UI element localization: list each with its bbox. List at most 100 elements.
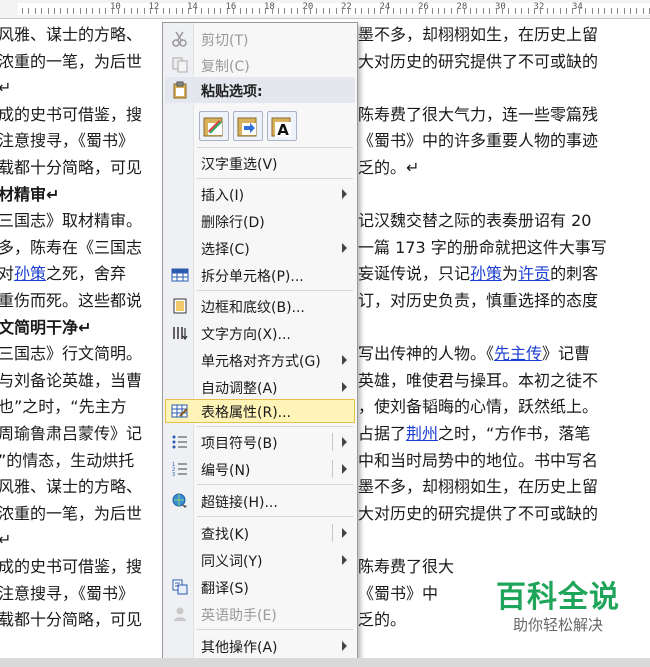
ruler-tick	[540, 8, 542, 14]
ruler-tick	[636, 8, 638, 14]
hyperlink-text[interactable]: 孙策	[14, 264, 46, 283]
ruler-tick	[60, 8, 62, 14]
hyperlink-label: 超链接(H)...	[201, 495, 278, 511]
other-actions-label: 其他操作(A)	[201, 640, 278, 656]
document-line-continuation: 中和当时局势中的地位。书中写名	[358, 450, 599, 470]
table-properties-label: 表格属性(R)...	[201, 405, 292, 421]
submenu-arrow-icon	[342, 555, 347, 565]
menu-item-other-actions[interactable]: 其他操作(A)	[165, 634, 355, 658]
menu-separator	[197, 290, 353, 291]
menu-item-select[interactable]: 选择(C)	[165, 236, 355, 260]
hyperlink-text[interactable]: 许贡	[518, 264, 550, 283]
ruler-number: 32	[533, 2, 545, 12]
ruler-tick	[470, 8, 471, 14]
ruler-tick	[239, 8, 241, 14]
copy-label: 复制(C)	[201, 59, 250, 75]
menu-item-hyperlink[interactable]: 超链接(H)...	[165, 489, 355, 513]
document-line-continuation: 写出传神的人物。《先主传》记曹	[358, 344, 591, 364]
ruler-tick	[226, 8, 228, 14]
svg-text:A: A	[277, 121, 289, 139]
ruler-tick	[495, 8, 497, 14]
menu-item-table-properties[interactable]: 表格属性(R)...	[165, 399, 355, 423]
submenu-arrow-icon[interactable]	[342, 528, 347, 538]
menu-item-bullets[interactable]: 项目符号(B)	[165, 430, 355, 454]
ruler-tick	[316, 8, 318, 14]
ruler-tick	[271, 8, 273, 14]
ruler-tick	[105, 8, 107, 14]
menu-item-text-direction[interactable]: 文字方向(X)...	[165, 321, 355, 345]
ruler-tick	[118, 8, 119, 14]
reselect-label: 汉字重选(V)	[201, 157, 278, 173]
ruler-tick	[156, 8, 158, 14]
menu-separator	[197, 426, 353, 427]
english-assistant-icon	[174, 607, 186, 621]
document-line: 重伤而死。这些都说	[0, 291, 143, 310]
document-line-continuation: 订，对历史负责，慎重选择的态度	[358, 291, 599, 310]
borders-label: 边框和底纹(B)...	[201, 300, 305, 316]
submenu-arrow-icon[interactable]	[342, 437, 347, 447]
watermark-subtitle: 助你轻松解决	[512, 616, 603, 634]
document-line: 多，陈寿在《三国志	[0, 237, 143, 257]
document-line-continuation: 乏的。	[358, 610, 407, 630]
ruler-tick	[303, 8, 305, 14]
document-line: 三国志》取材精审。	[0, 211, 143, 231]
ruler-tick	[386, 8, 388, 14]
watermark-title: 百科全说	[496, 580, 620, 615]
menu-item-english-assistant: 英语助手(E)	[165, 602, 355, 626]
menu-item-synonyms[interactable]: 同义词(Y)	[165, 548, 355, 572]
hyperlink-text[interactable]: 先主传	[494, 344, 542, 363]
submenu-arrow-icon	[342, 382, 347, 392]
menu-item-split-cells[interactable]: 拆分单元格(P)...	[165, 263, 355, 287]
menu-item-borders[interactable]: 边框和底纹(B)...	[165, 294, 355, 318]
submenu-arrow-icon[interactable]	[342, 464, 347, 474]
ruler-tick	[150, 8, 151, 14]
menu-item-lookup[interactable]: 查找(K)	[165, 521, 355, 545]
ruler-tick	[604, 8, 606, 14]
menu-separator	[197, 484, 353, 485]
ruler-tick	[406, 8, 407, 14]
text-direction-icon	[173, 327, 188, 341]
document-line-continuation: 大对历史的研究提供了不可或缺的	[358, 503, 599, 523]
ruler-tick	[412, 8, 414, 14]
ruler-tick	[92, 8, 94, 14]
ruler-tick	[54, 8, 55, 14]
ruler-tick	[546, 8, 548, 14]
ruler-tick	[258, 8, 260, 14]
english-assistant-label: 英语助手(E)	[201, 608, 277, 624]
ruler-tick	[233, 8, 235, 14]
ruler-tick	[617, 8, 619, 14]
ruler-tick	[361, 8, 363, 14]
ruler-tick	[572, 8, 574, 14]
ruler-tick	[630, 8, 631, 14]
hyperlink-text[interactable]: 荆州	[406, 424, 438, 443]
ruler-tick	[335, 8, 337, 14]
paste-merge-formatting-button[interactable]	[233, 111, 263, 141]
horizontal-ruler[interactable]: 10 12 14 16 18 20 22 24 26 28 30 32 34	[0, 0, 650, 19]
svg-text:3: 3	[172, 472, 175, 478]
document-line: 载都十分简略，可见	[0, 158, 143, 177]
menu-item-translate[interactable]: 翻译(S)	[165, 575, 355, 599]
document-line-continuation: 记汉魏交替之际的表奏册诏有 20	[358, 211, 592, 231]
menu-item-insert[interactable]: 插入(I)	[165, 182, 355, 206]
menu-item-cell-alignment[interactable]: 单元格对齐方式(G)	[165, 348, 355, 372]
menu-item-delete-row[interactable]: 删除行(D)	[165, 209, 355, 233]
paste-text-only-button[interactable]: A	[267, 111, 297, 141]
ruler-tick	[201, 8, 203, 14]
menu-item-numbering[interactable]: 123 编号(N)	[165, 457, 355, 481]
document-line: 对孙策之死，舍弃	[0, 264, 127, 284]
menu-item-autofit[interactable]: 自动调整(A)	[165, 375, 355, 399]
ruler-tick	[98, 8, 100, 14]
ruler-tick	[425, 8, 427, 14]
synonyms-label: 同义词(Y)	[201, 554, 263, 570]
menu-item-reselect[interactable]: 汉字重选(V)	[165, 151, 355, 175]
ruler-tick	[290, 8, 292, 14]
ruler-tick	[278, 8, 279, 14]
ruler-tick	[124, 8, 126, 14]
hyperlink-text[interactable]: 孙策	[470, 264, 502, 283]
ruler-tick	[86, 8, 87, 14]
ruler-tick	[374, 8, 375, 14]
menu-separator	[197, 178, 353, 179]
submenu-arrow-icon	[342, 243, 347, 253]
ruler-number: 30	[495, 2, 506, 12]
paste-keep-formatting-button[interactable]	[199, 111, 229, 141]
